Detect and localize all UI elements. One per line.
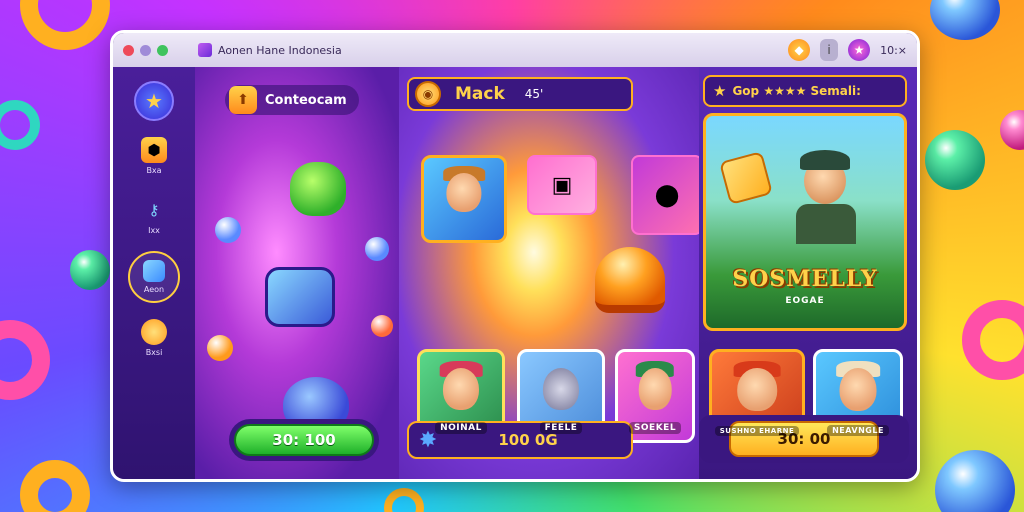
background-ball [935,450,1015,512]
info-icon[interactable]: ⅰ [820,39,839,61]
window-title: Aonen Hane Indonesia [218,43,342,57]
background-ring [384,488,424,512]
tile-label: FEELE [539,422,583,434]
app-icon [198,43,212,57]
background-ring [0,100,40,150]
tile-label: NEAVNGLE [827,425,889,436]
star-icon: ★ [713,82,727,100]
sidebar-item-bxa[interactable]: ⬢ Bxa [126,131,182,181]
title-bar: Aonen Hane Indonesia ◆ ⅰ ★ 10:× [113,33,917,67]
middle-panel-title: Mack [455,84,505,104]
star-badge-icon[interactable]: ★ [134,81,174,121]
robot-monster-character[interactable] [265,267,335,327]
player-character [790,148,860,244]
middle-panel: ◉ Mack 45' ⬤ ▣ NOINAL FEELE SOEKEL ✸ 100… [399,67,703,479]
golden-bell[interactable] [595,247,665,313]
green-box-tile[interactable]: ▣ [527,155,597,215]
left-panel-title: Conteocam [265,92,347,108]
maximize-dot[interactable] [157,44,168,56]
sidebar-item-label: Ixx [148,226,160,235]
background-ring [20,460,90,512]
gem-icon[interactable]: ◆ [788,39,811,61]
tile-label: SUSHNO EHARNE [714,426,800,436]
background-ring [962,300,1024,380]
green-monster-character[interactable] [290,162,346,216]
background-ring [0,320,50,400]
bubble-orb [365,237,389,261]
minimize-dot[interactable] [140,44,151,56]
play-button[interactable]: 30: 100 [234,424,374,456]
right-panel: ★ Gop ★★★★ Semali: SOSMELLY EOGAE SUSHNO… [699,67,917,479]
tile-sushno[interactable]: SUSHNO EHARNE [709,349,805,445]
left-button-frame: 30: 100 [229,419,379,461]
right-panel-title: Gop ★★★★ Semali: [732,84,861,98]
key-icon: ⚷ [148,201,160,219]
sidebar-item-aeon[interactable]: Aeon [128,251,180,303]
sidebar-item-ixx[interactable]: ⚷ Ixx [126,191,182,241]
cube-icon [143,260,165,282]
coin-icon [141,319,167,345]
close-button[interactable]: 10:× [880,44,907,57]
dice-icon [719,151,773,205]
featured-game-logo: SOSMELLY [732,266,878,292]
tile-label: NOINAL [435,422,487,434]
explorer-character-tile[interactable] [421,155,507,243]
up-arrow-icon: ⬆ [229,86,257,114]
background-ball [925,130,985,190]
left-panel: ⬆ Conteocam 30: 100 [195,67,399,479]
bubble-orb [207,335,233,361]
featured-game-card[interactable]: SOSMELLY EOGAE [703,113,907,331]
featured-game-sublogo: EOGAE [785,296,825,306]
background-ball [1000,110,1024,150]
sidebar-item-label: Bxa [146,166,162,175]
sidebar-item-label: Aeon [143,285,165,294]
background-ball [930,0,1000,40]
game-window: Aonen Hane Indonesia ◆ ⅰ ★ 10:× ★ ⬢ Bxa … [110,30,920,482]
right-panel-header: ★ Gop ★★★★ Semali: [703,75,907,107]
bubble-orb [215,217,241,243]
star-icon[interactable]: ★ [848,39,871,61]
tile-label: SOEKEL [628,422,682,434]
sidebar-item-bxsi[interactable]: Bxsi [126,313,182,363]
right-button-frame: 30: 00 [699,415,909,463]
background-ball [70,250,110,290]
left-panel-header: ⬆ Conteocam [225,85,359,115]
middle-panel-header: ◉ Mack 45' [407,77,633,111]
background-ring [20,0,110,50]
gem-tile[interactable]: ⬤ [631,155,703,235]
shield-icon: ⬢ [141,137,167,163]
coin-icon: ◉ [415,81,441,107]
title-bar-actions: ◆ ⅰ ★ 10:× [788,39,907,61]
sidebar-item-label: Bxsi [145,348,163,357]
bubble-orb [371,315,393,337]
sidebar: ★ ⬢ Bxa ⚷ Ixx Aeon Bxsi [113,67,195,479]
close-dot[interactable] [123,44,134,56]
middle-panel-score: 45' [524,87,544,101]
